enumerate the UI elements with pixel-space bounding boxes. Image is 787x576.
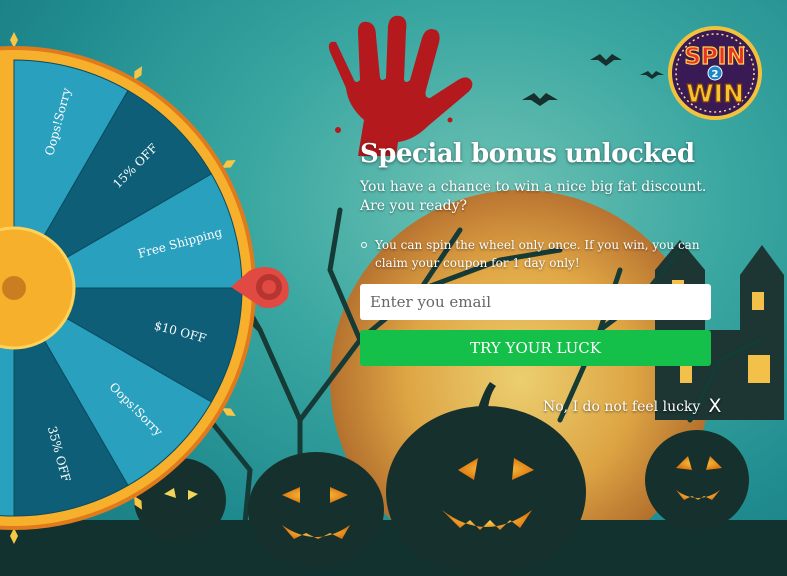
decline-link[interactable]: No, I do not feel lucky X xyxy=(543,395,721,417)
spin-2-win-logo: SPIN 2 WIN xyxy=(668,26,762,120)
popup-headline: Special bonus unlocked xyxy=(360,139,695,169)
wheel-hub-dot xyxy=(2,276,26,300)
svg-text:WIN: WIN xyxy=(686,79,744,108)
wheel-peg xyxy=(10,528,18,544)
bats xyxy=(522,54,664,106)
wheel-peg xyxy=(10,32,18,48)
rules-list: You can spin the wheel only once. If you… xyxy=(360,236,730,272)
email-input[interactable] xyxy=(360,284,711,320)
prize-wheel[interactable]: Oops!Sorry15% OFFFree Shipping$10 OFFOop… xyxy=(0,0,320,576)
try-your-luck-button[interactable]: TRY YOUR LUCK xyxy=(360,330,711,366)
popup-subline: You have a chance to win a nice big fat … xyxy=(360,179,707,214)
spin-wheel-popup: Oops!Sorry 15% OFF Free Shipping $10 OFF Oop… xyxy=(0,0,787,576)
close-icon[interactable]: X xyxy=(708,395,721,417)
rules-list-item: You can spin the wheel only once. If you… xyxy=(360,236,730,272)
decline-label: No, I do not feel lucky xyxy=(543,399,701,415)
bloody-handprint-icon xyxy=(328,15,473,156)
